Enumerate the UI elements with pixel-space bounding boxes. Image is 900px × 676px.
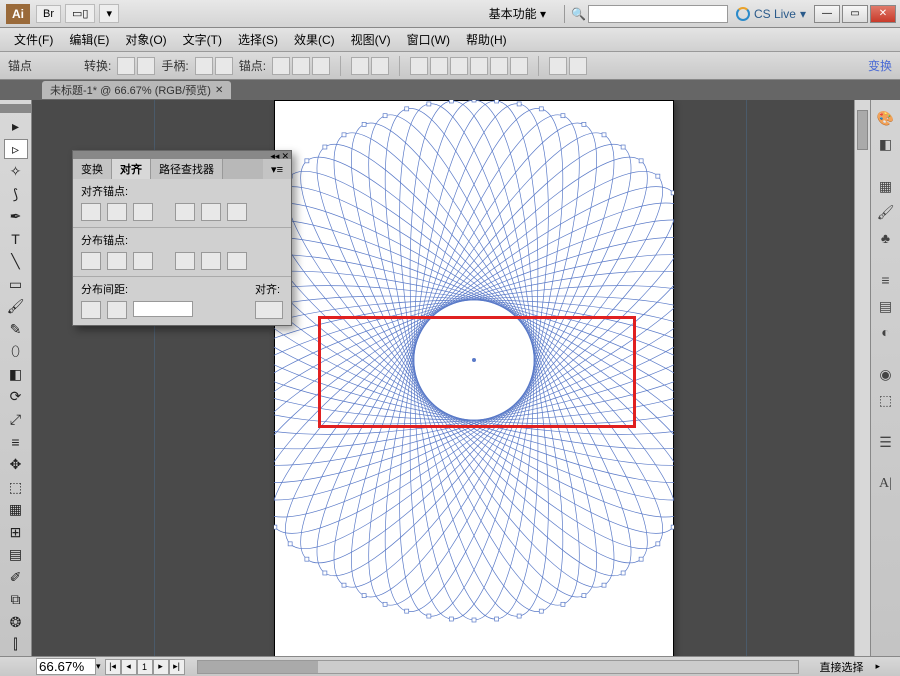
handle-hide-icon[interactable] <box>215 57 233 75</box>
tab-transform[interactable]: 变换 <box>73 159 112 179</box>
close-tab-icon[interactable]: ✕ <box>215 85 223 96</box>
panel-close-icon[interactable]: ✕ <box>281 151 289 162</box>
menu-object[interactable]: 对象(O) <box>117 29 174 50</box>
panel-collapse-icon[interactable]: ◂◂ <box>270 151 279 162</box>
first-artboard-button[interactable]: |◂ <box>105 659 121 675</box>
align-top-button[interactable] <box>175 203 195 221</box>
bridge-button[interactable]: Br <box>36 5 61 23</box>
px-icon[interactable] <box>371 57 389 75</box>
align-top-icon[interactable] <box>470 57 488 75</box>
dist-top-button[interactable] <box>81 252 101 270</box>
menu-view[interactable]: 视图(V) <box>343 29 399 50</box>
menu-file[interactable]: 文件(F) <box>6 29 61 50</box>
anchor-connect-icon[interactable] <box>292 57 310 75</box>
anchor-cut-icon[interactable] <box>312 57 330 75</box>
scrollbar-vertical[interactable] <box>854 100 870 656</box>
alignto-label: 对齐: <box>255 281 283 297</box>
menu-window[interactable]: 窗口(W) <box>399 29 458 50</box>
search-icon: 🔍 <box>571 7 586 21</box>
menubar: 文件(F) 编辑(E) 对象(O) 文字(T) 选择(S) 效果(C) 视图(V… <box>0 28 900 52</box>
maximize-button[interactable]: ▭ <box>842 5 868 23</box>
align-right-button[interactable] <box>133 203 153 221</box>
anchor-label: 锚点 <box>8 57 32 74</box>
distribute-h-icon[interactable] <box>549 57 567 75</box>
arrange-button[interactable]: ▭▯ <box>65 4 95 23</box>
tool-status: 直接选择 <box>807 659 875 675</box>
menu-effect[interactable]: 效果(C) <box>286 29 343 50</box>
statusbar: ▾ |◂ ◂ 1 ▸ ▸| 直接选择 ▸ <box>0 656 900 676</box>
panel-menu-icon[interactable]: ▾≡ <box>263 159 291 179</box>
main-area: ◂◂✕ 变换 对齐 路径查找器 ▾≡ 对齐锚点: <box>0 100 900 656</box>
align-left-button[interactable] <box>81 203 101 221</box>
distribute-v-icon[interactable] <box>569 57 587 75</box>
align-anchor-label: 对齐锚点: <box>81 183 283 199</box>
transform-link[interactable]: 变换 <box>868 57 892 74</box>
cslive-icon <box>736 7 750 21</box>
align-panel[interactable]: ◂◂✕ 变换 对齐 路径查找器 ▾≡ 对齐锚点: <box>72 150 292 326</box>
cslive-button[interactable]: CS Live ▾ <box>736 7 806 21</box>
dist-right-button[interactable] <box>227 252 247 270</box>
tab-pathfinder[interactable]: 路径查找器 <box>151 159 223 179</box>
handle-label: 手柄: <box>161 57 188 74</box>
align-bottom-icon[interactable] <box>510 57 528 75</box>
align-hcenter-icon[interactable] <box>430 57 448 75</box>
alignto-button[interactable] <box>255 301 283 319</box>
handle-show-icon[interactable] <box>195 57 213 75</box>
align-vcenter-icon[interactable] <box>490 57 508 75</box>
dist-anchor-label: 分布锚点: <box>81 232 283 248</box>
align-right-icon[interactable] <box>450 57 468 75</box>
zoom-input[interactable] <box>36 658 96 675</box>
dropdown-button[interactable]: ▾ <box>99 4 119 23</box>
dist-hcenter-button[interactable] <box>201 252 221 270</box>
dist-vcenter-button[interactable] <box>107 252 127 270</box>
dist-left-button[interactable] <box>175 252 195 270</box>
workspace-switcher[interactable]: 基本功能 ▾ <box>483 3 552 24</box>
search-input[interactable] <box>588 5 728 23</box>
last-artboard-button[interactable]: ▸| <box>169 659 185 675</box>
next-artboard-button[interactable]: ▸ <box>153 659 169 675</box>
tab-align[interactable]: 对齐 <box>112 159 151 179</box>
align-hcenter-button[interactable] <box>107 203 127 221</box>
close-button[interactable]: ✕ <box>870 5 896 23</box>
align-vcenter-button[interactable] <box>201 203 221 221</box>
controlbar: 锚点 转换: 手柄: 锚点: 变换 <box>0 52 900 80</box>
convert-label: 转换: <box>84 57 111 74</box>
menu-edit[interactable]: 编辑(E) <box>61 29 117 50</box>
spacing-input[interactable] <box>133 301 193 317</box>
anchor2-label: 锚点: <box>239 57 266 74</box>
convert-corner-icon[interactable] <box>117 57 135 75</box>
menu-type[interactable]: 文字(T) <box>175 29 230 50</box>
menu-help[interactable]: 帮助(H) <box>458 29 515 50</box>
spacing-v-button[interactable] <box>81 301 101 319</box>
dist-bottom-button[interactable] <box>133 252 153 270</box>
canvas[interactable]: ◂◂✕ 变换 对齐 路径查找器 ▾≡ 对齐锚点: <box>32 100 854 656</box>
isolate-icon[interactable] <box>351 57 369 75</box>
spacing-h-button[interactable] <box>107 301 127 319</box>
convert-smooth-icon[interactable] <box>137 57 155 75</box>
align-left-icon[interactable] <box>410 57 428 75</box>
align-bottom-button[interactable] <box>227 203 247 221</box>
app-logo: Ai <box>6 4 30 24</box>
prev-artboard-button[interactable]: ◂ <box>121 659 137 675</box>
document-tab[interactable]: 未标题-1* @ 66.67% (RGB/预览) ✕ <box>42 81 231 99</box>
anchor-remove-icon[interactable] <box>272 57 290 75</box>
menu-select[interactable]: 选择(S) <box>230 29 286 50</box>
scrollbar-horizontal[interactable] <box>197 660 800 674</box>
highlight-box <box>318 316 636 428</box>
document-tabbar: 未标题-1* @ 66.67% (RGB/预览) ✕ <box>0 80 900 100</box>
titlebar: Ai Br ▭▯ ▾ 基本功能 ▾ 🔍 CS Live ▾ — ▭ ✕ <box>0 0 900 28</box>
dist-spacing-label: 分布间距: <box>81 281 193 297</box>
minimize-button[interactable]: — <box>814 5 840 23</box>
artboard-number[interactable]: 1 <box>137 659 153 675</box>
